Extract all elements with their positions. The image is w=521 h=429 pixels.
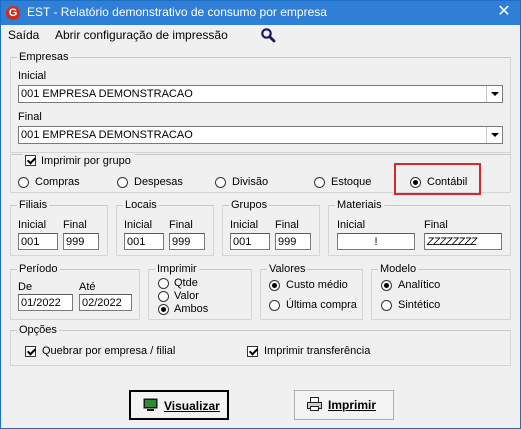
printer-icon	[307, 397, 322, 411]
modelo-legend: Modelo	[380, 263, 417, 275]
periodo-ate-input[interactable]: 02/2022	[79, 294, 132, 311]
radio-ambos-label: Ambos	[174, 303, 209, 315]
materiais-legend: Materiais	[337, 199, 382, 211]
empresa-final-value: 001 EMPRESA DEMONSTRACAO	[21, 129, 193, 141]
menu-bar: Saída Abrir configuração de impressão	[1, 25, 520, 45]
grupos-legend: Grupos	[231, 199, 268, 211]
empresas-legend: Empresas	[19, 51, 69, 63]
modelo-group: Modelo	[371, 263, 511, 320]
empresa-inicial-value: 001 EMPRESA DEMONSTRACAO	[21, 88, 193, 100]
materiais-final-input[interactable]: ZZZZZZZZ	[424, 233, 502, 250]
imprimir-por-grupo-checkbox[interactable]	[25, 155, 36, 166]
quebrar-por-empresa-label: Quebrar por empresa / filial	[42, 345, 176, 357]
visualizar-button-label: Visualizar	[164, 399, 220, 413]
visualizar-button[interactable]: Visualizar	[129, 390, 229, 420]
empresa-inicial-select[interactable]: 001 EMPRESA DEMONSTRACAO	[18, 85, 503, 103]
grupos-inicial-label: Inicial	[230, 219, 259, 231]
radio-valor[interactable]	[158, 291, 169, 302]
periodo-legend: Período	[19, 263, 58, 275]
app-logo-icon: G	[6, 6, 20, 20]
close-button[interactable]: ✕	[490, 1, 518, 23]
menu-saida[interactable]: Saída	[8, 28, 39, 42]
imprimir-button[interactable]: Imprimir	[294, 390, 394, 420]
materiais-inicial-label: Inicial	[337, 219, 366, 231]
valores-group: Valores	[260, 263, 363, 320]
filiais-final-input[interactable]: 999	[63, 233, 99, 250]
radio-compras[interactable]	[18, 177, 29, 188]
radio-ambos[interactable]	[158, 304, 169, 315]
radio-divisao-label: Divisão	[232, 176, 269, 188]
search-icon[interactable]	[260, 27, 276, 43]
radio-compras-label: Compras	[35, 176, 80, 188]
menu-abrir-configuracao[interactable]: Abrir configuração de impressão	[55, 28, 228, 42]
imprimir-transferencia-checkbox[interactable]	[247, 346, 258, 357]
imprimir-legend: Imprimir	[157, 263, 197, 275]
radio-despesas-label: Despesas	[134, 176, 183, 188]
radio-ultima-compra-label: Última compra	[286, 299, 357, 311]
empresa-inicial-label: Inicial	[18, 70, 47, 82]
chevron-down-icon[interactable]	[486, 127, 502, 143]
grupos-inicial-input[interactable]: 001	[230, 233, 270, 250]
grupos-final-label: Final	[275, 219, 299, 231]
quebrar-por-empresa-checkbox[interactable]	[25, 346, 36, 357]
radio-estoque-label: Estoque	[331, 176, 372, 188]
radio-estoque[interactable]	[314, 177, 325, 188]
radio-analitico-label: Analítico	[398, 279, 441, 291]
materiais-inicial-input[interactable]: !	[337, 233, 415, 250]
window-title: EST - Relatório demonstrativo de consumo…	[27, 5, 327, 19]
valores-legend: Valores	[269, 263, 306, 275]
filiais-final-label: Final	[63, 219, 87, 231]
chevron-down-icon[interactable]	[486, 86, 502, 102]
materiais-final-label: Final	[424, 219, 448, 231]
radio-custo-medio-label: Custo médio	[286, 279, 348, 291]
periodo-de-input[interactable]: 01/2022	[18, 294, 73, 311]
imprimir-por-grupo-label: Imprimir por grupo	[41, 155, 131, 167]
empresa-final-select[interactable]: 001 EMPRESA DEMONSTRACAO	[18, 126, 503, 144]
locais-final-label: Final	[169, 219, 193, 231]
filiais-inicial-input[interactable]: 001	[18, 233, 58, 250]
radio-ultima-compra[interactable]	[269, 300, 280, 311]
radio-valor-label: Valor	[174, 290, 199, 302]
monitor-icon	[143, 398, 158, 411]
radio-divisao[interactable]	[215, 177, 226, 188]
radio-despesas[interactable]	[117, 177, 128, 188]
locais-legend: Locais	[125, 199, 157, 211]
radio-sintetico-label: Sintético	[398, 299, 441, 311]
periodo-ate-label: Até	[79, 281, 96, 293]
locais-inicial-input[interactable]: 001	[124, 233, 164, 250]
imprimir-transferencia-label: Imprimir transferência	[264, 345, 371, 357]
contabil-highlight-box	[394, 163, 481, 195]
title-bar[interactable]: G EST - Relatório demonstrativo de consu…	[1, 1, 520, 25]
radio-analitico[interactable]	[381, 280, 392, 291]
locais-inicial-label: Inicial	[124, 219, 153, 231]
radio-qtde-label: Qtde	[174, 277, 198, 289]
radio-qtde[interactable]	[158, 278, 169, 289]
filiais-inicial-label: Inicial	[18, 219, 47, 231]
locais-final-input[interactable]: 999	[169, 233, 205, 250]
empresa-final-label: Final	[18, 111, 42, 123]
report-window: G EST - Relatório demonstrativo de consu…	[0, 0, 521, 429]
grupos-final-input[interactable]: 999	[275, 233, 311, 250]
periodo-de-label: De	[18, 281, 33, 293]
imprimir-button-label: Imprimir	[328, 398, 377, 412]
radio-custo-medio[interactable]	[269, 280, 280, 291]
radio-sintetico[interactable]	[381, 300, 392, 311]
opcoes-legend: Opções	[19, 324, 57, 336]
filiais-legend: Filiais	[19, 199, 48, 211]
